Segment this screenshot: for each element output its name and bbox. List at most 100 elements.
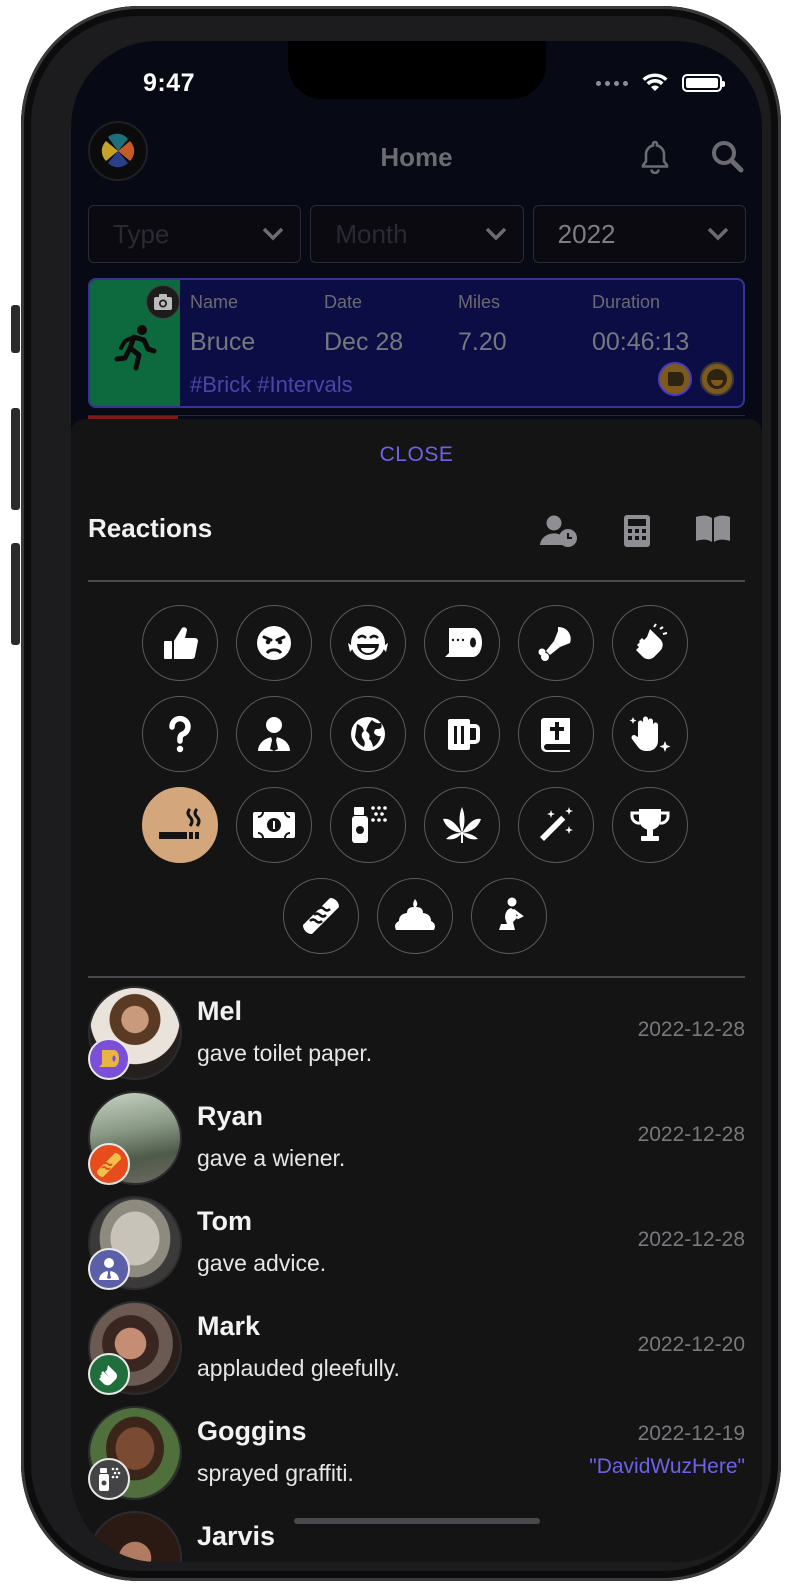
- reaction-date: 2022-12-19: [637, 1422, 745, 1445]
- reaction-date: 2022-12-28: [637, 1018, 745, 1041]
- reaction-toilet-paper[interactable]: [424, 605, 500, 681]
- reaction-pray[interactable]: [471, 878, 547, 954]
- name-value: Bruce: [190, 328, 256, 356]
- activity-tags[interactable]: #Brick #Intervals: [190, 372, 353, 398]
- reaction-bible[interactable]: [518, 696, 594, 772]
- card-laugh-reaction[interactable]: [700, 362, 734, 396]
- notch: [288, 41, 546, 99]
- advisor-icon: [258, 717, 290, 751]
- reaction-list-item[interactable]: Ryan gave a wiener. 2022-12-28: [88, 1091, 745, 1191]
- date-label: Date: [324, 292, 363, 312]
- reaction-smoking-selected[interactable]: [142, 787, 218, 863]
- sparkle-hand-icon: [629, 716, 671, 752]
- avatar-badge: [88, 1143, 130, 1185]
- hotdog-icon: [303, 898, 339, 934]
- reaction-poop[interactable]: [377, 878, 453, 954]
- filter-row: Type Month 2022: [88, 205, 746, 263]
- praying-icon: [499, 897, 524, 930]
- list-divider: [88, 976, 745, 978]
- reaction-user-name: Ryan: [197, 1101, 264, 1131]
- toilet-paper-icon: [99, 1050, 119, 1067]
- reaction-action-text: sprayed graffiti.: [197, 1460, 354, 1486]
- reaction-laugh[interactable]: [330, 605, 406, 681]
- battery-icon: [682, 74, 725, 92]
- month-filter-select[interactable]: Month: [310, 205, 524, 263]
- miles-label: Miles: [458, 292, 501, 312]
- smoking-icon: [159, 807, 201, 839]
- reaction-user-name: Tom: [197, 1206, 252, 1236]
- avatar-jarvis[interactable]: [88, 1511, 182, 1562]
- month-filter-label: Month: [335, 218, 408, 249]
- bell-icon[interactable]: [637, 138, 673, 174]
- close-button[interactable]: CLOSE: [71, 443, 762, 467]
- reaction-date: 2022-12-28: [637, 1123, 745, 1146]
- duration-value: 00:46:13: [592, 328, 690, 356]
- laughing-face-icon: [707, 369, 727, 389]
- reaction-advice[interactable]: [236, 696, 312, 772]
- book-open-icon[interactable]: [695, 514, 731, 544]
- reaction-money[interactable]: [236, 787, 312, 863]
- poop-icon: [395, 899, 435, 930]
- reaction-list-item[interactable]: Tom gave advice. 2022-12-28: [88, 1196, 745, 1296]
- reactions-sheet: CLOSE Reactions Mel gave toilet paper. 2…: [71, 419, 762, 1562]
- beer-mug-icon: [448, 719, 480, 750]
- volume-down-button: [11, 543, 20, 645]
- reaction-drumstick[interactable]: [518, 605, 594, 681]
- avatar-badge: [88, 1458, 130, 1500]
- search-icon[interactable]: [709, 138, 745, 174]
- spray-can-icon: [352, 806, 387, 843]
- reaction-user-name: Jarvis: [197, 1521, 276, 1551]
- app-header: Home: [71, 116, 762, 196]
- duration-label: Duration: [592, 292, 661, 312]
- status-time: 9:47: [143, 69, 196, 97]
- volume-up-button: [11, 408, 20, 510]
- reaction-user-name: Mark: [197, 1311, 261, 1341]
- home-indicator[interactable]: [294, 1518, 540, 1524]
- wifi-icon: [642, 73, 668, 91]
- reaction-spray[interactable]: [330, 787, 406, 863]
- avatar-badge: [88, 1353, 130, 1395]
- year-filter-select[interactable]: 2022: [532, 205, 746, 263]
- mute-switch: [11, 305, 20, 353]
- type-filter-select[interactable]: Type: [88, 205, 302, 263]
- reaction-trophy[interactable]: [612, 787, 688, 863]
- chevron-down-icon: [485, 227, 506, 241]
- status-icons: [596, 73, 725, 93]
- reaction-user-name: Goggins: [197, 1416, 307, 1446]
- reaction-angry[interactable]: [236, 605, 312, 681]
- hotdog-icon: [97, 1153, 121, 1177]
- reaction-sparkle-hand[interactable]: [612, 696, 688, 772]
- reaction-list-item[interactable]: Mel gave toilet paper. 2022-12-28: [88, 986, 745, 1086]
- laughing-face-icon: [348, 626, 388, 660]
- user-clock-icon[interactable]: [539, 514, 579, 548]
- activity-card[interactable]: Name Date Miles Duration Bruce Dec 28 7.…: [88, 278, 745, 408]
- reaction-thumbs-up[interactable]: [142, 605, 218, 681]
- reaction-magic-wand[interactable]: [518, 787, 594, 863]
- camera-badge[interactable]: [146, 285, 180, 319]
- top-divider: [88, 580, 745, 582]
- card-toilet-paper-reaction[interactable]: [658, 362, 692, 396]
- reaction-cannabis[interactable]: [424, 787, 500, 863]
- reaction-action-text: gave toilet paper.: [197, 1040, 373, 1066]
- reaction-action-text: applauded gleefully.: [197, 1355, 400, 1381]
- avatar-badge: [88, 1038, 130, 1080]
- reaction-clapping[interactable]: [612, 605, 688, 681]
- reaction-list-item[interactable]: Goggins sprayed graffiti. 2022-12-19 "Da…: [88, 1406, 745, 1506]
- calculator-icon[interactable]: [623, 514, 651, 548]
- camera-icon: [154, 294, 172, 310]
- magic-wand-icon: [540, 807, 573, 841]
- reaction-action-text: gave a wiener.: [197, 1145, 346, 1171]
- year-filter-value: 2022: [557, 218, 616, 249]
- thumbs-up-icon: [164, 627, 198, 659]
- reaction-user-name: Mel: [197, 996, 243, 1026]
- reaction-list-item[interactable]: Mark applauded gleefully. 2022-12-20: [88, 1301, 745, 1401]
- reaction-beer[interactable]: [424, 696, 500, 772]
- reaction-question[interactable]: [142, 696, 218, 772]
- phone-frame: 9:47 Home Type Month 2022 Name Date Mile…: [21, 6, 781, 1581]
- screen: 9:47 Home Type Month 2022 Name Date Mile…: [71, 41, 762, 1562]
- cellular-signal-icon: [596, 80, 628, 86]
- reaction-globe[interactable]: [330, 696, 406, 772]
- name-label: Name: [190, 292, 239, 312]
- reaction-hotdog[interactable]: [283, 878, 359, 954]
- cannabis-leaf-icon: [443, 807, 481, 843]
